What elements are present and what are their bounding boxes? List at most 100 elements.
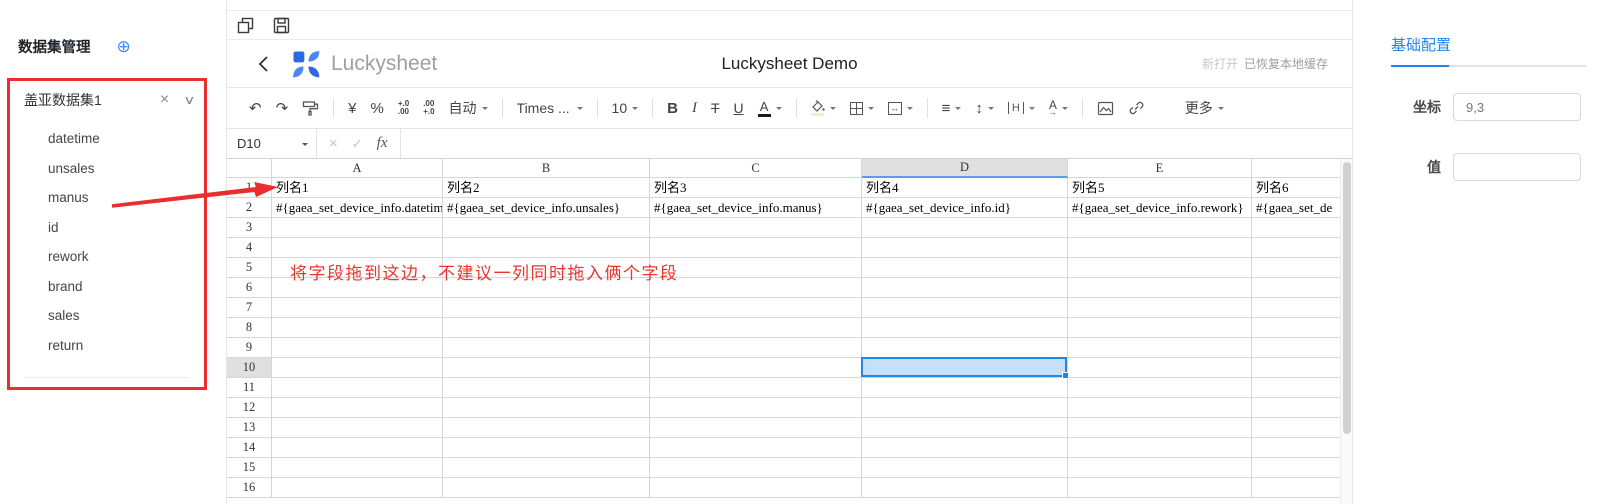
text-rotate-dropdown[interactable]: A→ xyxy=(1043,95,1074,121)
column-header-D[interactable]: D xyxy=(862,159,1068,178)
cell-F3[interactable] xyxy=(1252,218,1340,238)
cell-E5[interactable] xyxy=(1068,258,1252,278)
row-header-12[interactable]: 12 xyxy=(227,398,272,418)
font-color-button[interactable]: A xyxy=(752,95,788,121)
cell-C8[interactable] xyxy=(650,318,862,338)
cell-E16[interactable] xyxy=(1068,478,1252,498)
column-header-E[interactable]: E xyxy=(1068,159,1252,178)
value-input[interactable] xyxy=(1453,153,1581,181)
cell-F7[interactable] xyxy=(1252,298,1340,318)
cell-F5[interactable] xyxy=(1252,258,1340,278)
number-format-dropdown[interactable]: 自动 xyxy=(443,95,494,121)
cell-D8[interactable] xyxy=(862,318,1068,338)
cell-E8[interactable] xyxy=(1068,318,1252,338)
cell-A4[interactable] xyxy=(272,238,443,258)
formula-input[interactable] xyxy=(401,129,1353,158)
field-item-id[interactable]: id xyxy=(10,213,204,243)
cell-C1[interactable]: 列名3 xyxy=(650,178,862,198)
field-item-sales[interactable]: sales xyxy=(10,301,204,331)
reopen-link[interactable]: 新打开 xyxy=(1202,55,1238,72)
column-header-clipped[interactable] xyxy=(1252,159,1340,178)
cell-C10[interactable] xyxy=(650,358,862,378)
row-header-2[interactable]: 2 xyxy=(227,198,272,218)
cell-F16[interactable] xyxy=(1252,478,1340,498)
horizontal-align-dropdown[interactable]: ≡ xyxy=(936,95,968,121)
insert-image-button[interactable] xyxy=(1091,95,1120,121)
italic-button[interactable]: I xyxy=(686,95,703,121)
cell-B15[interactable] xyxy=(443,458,650,478)
cell-D4[interactable] xyxy=(862,238,1068,258)
row-header-15[interactable]: 15 xyxy=(227,458,272,478)
field-item-return[interactable]: return xyxy=(10,331,204,361)
field-item-manus[interactable]: manus xyxy=(10,183,204,213)
copy-icon[interactable] xyxy=(234,14,256,36)
cell-C4[interactable] xyxy=(650,238,862,258)
cell-E2[interactable]: #{gaea_set_device_info.rework} xyxy=(1068,198,1252,218)
column-header-B[interactable]: B xyxy=(443,159,650,178)
cell-D6[interactable] xyxy=(862,278,1068,298)
percent-button[interactable]: % xyxy=(365,95,390,121)
cell-B1[interactable]: 列名2 xyxy=(443,178,650,198)
format-painter-button[interactable] xyxy=(296,95,325,121)
vertical-align-dropdown[interactable]: ↕ xyxy=(969,95,1000,121)
insert-link-button[interactable] xyxy=(1122,95,1151,121)
cell-F11[interactable] xyxy=(1252,378,1340,398)
row-header-13[interactable]: 13 xyxy=(227,418,272,438)
cell-C7[interactable] xyxy=(650,298,862,318)
undo-button[interactable]: ↶ xyxy=(243,95,268,121)
column-header-C[interactable]: C xyxy=(650,159,862,178)
row-header-4[interactable]: 4 xyxy=(227,238,272,258)
row-header-16[interactable]: 16 xyxy=(227,478,272,498)
row-header-10[interactable]: 10 xyxy=(227,358,272,378)
cell-A14[interactable] xyxy=(272,438,443,458)
formula-confirm-icon[interactable]: ✓ xyxy=(352,136,363,152)
increase-decimal-button[interactable]: .00+.0 xyxy=(417,95,440,121)
cell-B12[interactable] xyxy=(443,398,650,418)
row-header-8[interactable]: 8 xyxy=(227,318,272,338)
cell-C16[interactable] xyxy=(650,478,862,498)
cell-E7[interactable] xyxy=(1068,298,1252,318)
cell-F12[interactable] xyxy=(1252,398,1340,418)
row-header-1[interactable]: 1 xyxy=(227,178,272,198)
bold-button[interactable]: B xyxy=(661,95,684,121)
field-item-brand[interactable]: brand xyxy=(10,272,204,302)
cell-F13[interactable] xyxy=(1252,418,1340,438)
cell-B2[interactable]: #{gaea_set_device_info.unsales} xyxy=(443,198,650,218)
cell-C5[interactable] xyxy=(650,258,862,278)
cell-B14[interactable] xyxy=(443,438,650,458)
row-header-6[interactable]: 6 xyxy=(227,278,272,298)
cell-A15[interactable] xyxy=(272,458,443,478)
underline-button[interactable]: U xyxy=(728,95,750,121)
cell-C11[interactable] xyxy=(650,378,862,398)
cell-F14[interactable] xyxy=(1252,438,1340,458)
cell-A13[interactable] xyxy=(272,418,443,438)
cell-D15[interactable] xyxy=(862,458,1068,478)
cell-B11[interactable] xyxy=(443,378,650,398)
cell-B8[interactable] xyxy=(443,318,650,338)
cell-A12[interactable] xyxy=(272,398,443,418)
cell-name-box[interactable]: D10 xyxy=(227,129,317,158)
row-header-5[interactable]: 5 xyxy=(227,258,272,278)
cell-F1[interactable]: 列名6 xyxy=(1252,178,1340,198)
tab-basic-config[interactable]: 基础配置 xyxy=(1391,34,1451,65)
cell-C2[interactable]: #{gaea_set_device_info.manus} xyxy=(650,198,862,218)
cell-C13[interactable] xyxy=(650,418,862,438)
fill-handle[interactable] xyxy=(1062,372,1069,379)
cell-B16[interactable] xyxy=(443,478,650,498)
cell-A16[interactable] xyxy=(272,478,443,498)
cell-C15[interactable] xyxy=(650,458,862,478)
more-dropdown[interactable]: 更多 xyxy=(1179,95,1230,121)
cell-D14[interactable] xyxy=(862,438,1068,458)
cell-A7[interactable] xyxy=(272,298,443,318)
scrollbar-thumb[interactable] xyxy=(1343,162,1351,434)
cell-B13[interactable] xyxy=(443,418,650,438)
cell-A11[interactable] xyxy=(272,378,443,398)
cell-D2[interactable]: #{gaea_set_device_info.id} xyxy=(862,198,1068,218)
font-size-dropdown[interactable]: 10 xyxy=(606,95,645,121)
row-header-3[interactable]: 3 xyxy=(227,218,272,238)
cell-B4[interactable] xyxy=(443,238,650,258)
cell-A8[interactable] xyxy=(272,318,443,338)
fill-color-button[interactable] xyxy=(805,95,842,121)
currency-button[interactable]: ¥ xyxy=(342,95,362,121)
text-wrap-dropdown[interactable]: H xyxy=(1002,95,1041,121)
